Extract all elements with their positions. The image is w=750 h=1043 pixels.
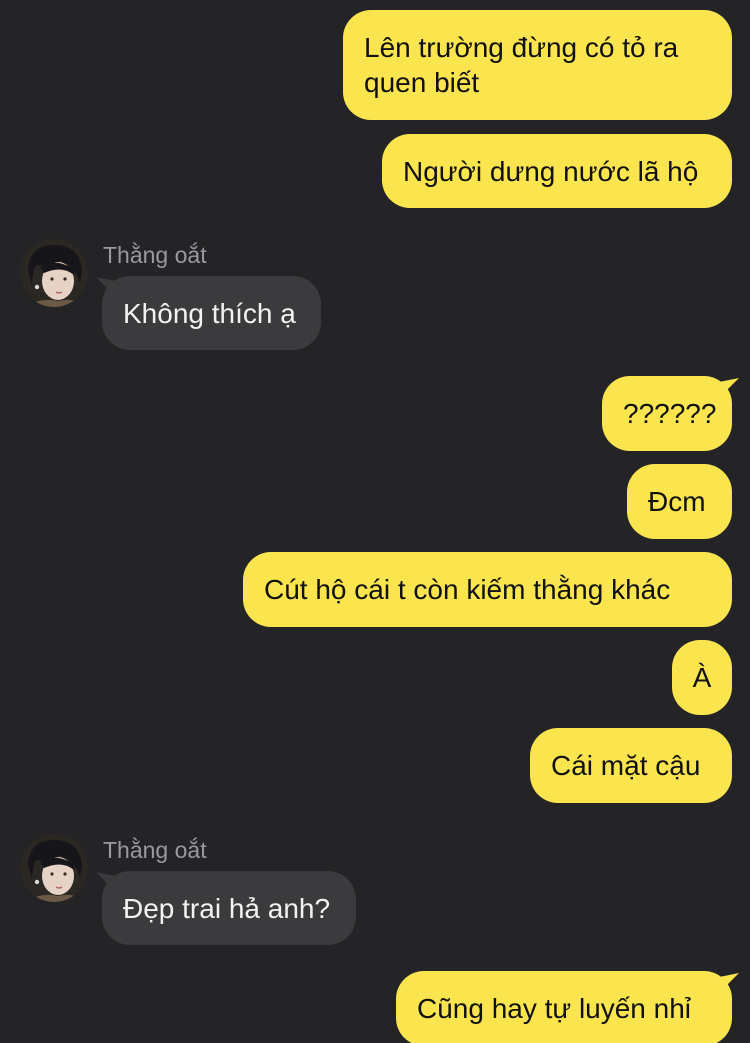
- chat-thread: Lên trường đừng có tỏ ra quen biết Người…: [0, 0, 750, 1043]
- avatar[interactable]: [20, 239, 88, 307]
- avatar[interactable]: [20, 834, 88, 902]
- outgoing-message[interactable]: ??????: [602, 376, 732, 451]
- message-text: Cút hộ cái t còn kiếm thằng khác: [264, 574, 671, 605]
- sender-name: Thằng oắt: [103, 837, 207, 863]
- message-text: À: [692, 662, 712, 693]
- message-text: Người dưng nước lã hộ: [403, 155, 699, 187]
- message-text: Đcm: [648, 486, 706, 517]
- outgoing-message[interactable]: À: [672, 640, 732, 715]
- sender-name: Thằng oắt: [103, 242, 207, 268]
- message-text: Cũng hay tự luyến nhỉ: [417, 993, 692, 1024]
- message-text: Không thích ạ: [123, 297, 296, 329]
- incoming-message[interactable]: Không thích ạ: [102, 276, 321, 350]
- message-text: Lên trường đừng có tỏ ra quen biết: [364, 32, 679, 98]
- outgoing-message[interactable]: Đcm: [627, 464, 732, 539]
- outgoing-message[interactable]: Cũng hay tự luyến nhỉ: [396, 971, 732, 1043]
- message-text: Cái mặt cậu: [551, 750, 701, 781]
- outgoing-message[interactable]: Lên trường đừng có tỏ ra quen biết: [343, 10, 732, 120]
- incoming-message[interactable]: Đẹp trai hả anh?: [102, 871, 356, 945]
- profile-photo-icon: [20, 834, 88, 902]
- outgoing-message[interactable]: Người dưng nước lã hộ: [382, 134, 732, 208]
- outgoing-message[interactable]: Cái mặt cậu: [530, 728, 732, 803]
- outgoing-message[interactable]: Cút hộ cái t còn kiếm thằng khác: [243, 552, 732, 627]
- message-text: ??????: [623, 398, 717, 429]
- profile-photo-icon: [20, 239, 88, 307]
- message-text: Đẹp trai hả anh?: [123, 892, 331, 924]
